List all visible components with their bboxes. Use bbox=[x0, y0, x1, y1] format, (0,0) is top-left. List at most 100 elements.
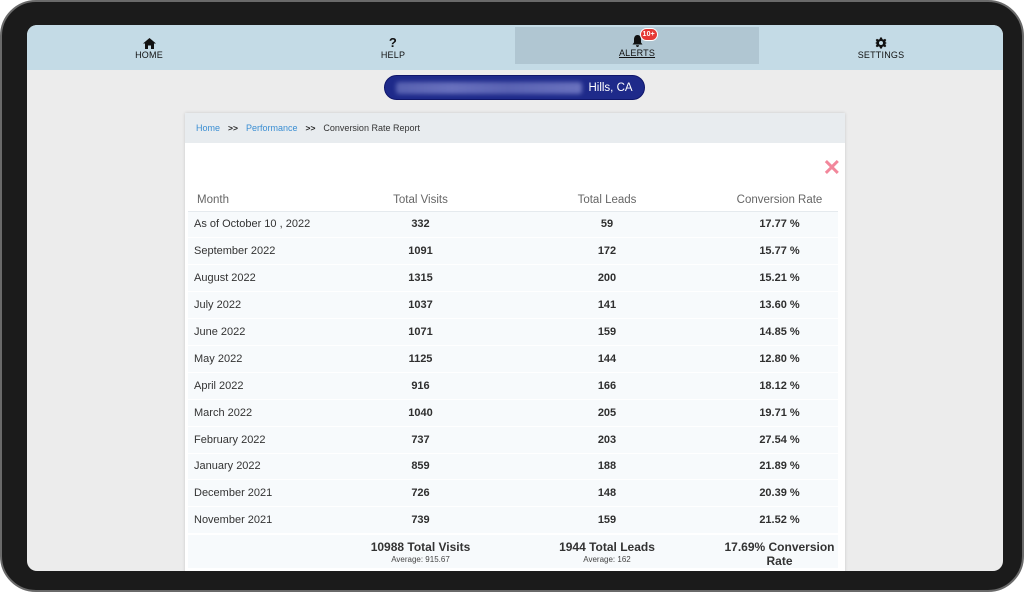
screen: HOME ? HELP 10+ ALERTS SETTINGS Hills, C… bbox=[27, 25, 1003, 571]
tablet-frame: HOME ? HELP 10+ ALERTS SETTINGS Hills, C… bbox=[0, 0, 1024, 592]
breadcrumb-performance[interactable]: Performance bbox=[246, 123, 298, 133]
rate-cell: 12.80 % bbox=[721, 344, 838, 373]
table-row: April 2022 916 166 18.12 % bbox=[188, 371, 838, 400]
header-total-leads: Total Leads bbox=[493, 189, 721, 212]
month-cell: January 2022 bbox=[188, 452, 348, 480]
totals-blank bbox=[188, 532, 348, 568]
bell-icon: 10+ bbox=[632, 28, 658, 47]
nav-alerts[interactable]: 10+ ALERTS bbox=[515, 27, 759, 64]
totals-visits-cell: 10988 Total Visits Average: 915.67 bbox=[348, 532, 493, 568]
rate-cell: 15.21 % bbox=[721, 264, 838, 292]
month-cell: March 2022 bbox=[188, 398, 348, 427]
header-conversion-rate: Conversion Rate bbox=[721, 189, 838, 212]
table-row: June 2022 1071 159 14.85 % bbox=[188, 318, 838, 346]
month-cell: February 2022 bbox=[188, 425, 348, 454]
table-row: January 2022 859 188 21.89 % bbox=[188, 452, 838, 480]
leads-cell: 200 bbox=[493, 264, 721, 292]
table-row: August 2022 1315 200 15.21 % bbox=[188, 264, 838, 292]
rate-cell: 18.12 % bbox=[721, 371, 838, 400]
table-row: May 2022 1125 144 12.80 % bbox=[188, 344, 838, 373]
rate-cell: 17.77 % bbox=[721, 210, 838, 238]
visits-cell: 726 bbox=[348, 479, 493, 507]
breadcrumb-separator: >> bbox=[228, 123, 238, 133]
visits-cell: 1071 bbox=[348, 318, 493, 346]
total-conversion-rate: 17.69% Conversion Rate bbox=[724, 539, 835, 568]
close-icon[interactable]: ✕ bbox=[823, 157, 841, 179]
breadcrumb-current: Conversion Rate Report bbox=[323, 123, 420, 133]
nav-settings[interactable]: SETTINGS bbox=[759, 25, 1003, 70]
leads-cell: 205 bbox=[493, 398, 721, 427]
totals-leads-cell: 1944 Total Leads Average: 162 bbox=[493, 532, 721, 568]
month-cell: June 2022 bbox=[188, 318, 348, 346]
nav-home[interactable]: HOME bbox=[27, 25, 271, 70]
rate-cell: 15.77 % bbox=[721, 237, 838, 265]
home-icon bbox=[142, 35, 156, 49]
visits-cell: 1091 bbox=[348, 237, 493, 265]
conversion-rate-table: Month Total Visits Total Leads Conversio… bbox=[188, 189, 838, 568]
nav-settings-label: SETTINGS bbox=[857, 50, 905, 60]
leads-cell: 166 bbox=[493, 371, 721, 400]
average-leads: Average: 162 bbox=[583, 554, 631, 564]
table-row: As of October 10 , 2022 332 59 17.77 % bbox=[188, 210, 838, 238]
rate-cell: 14.85 % bbox=[721, 318, 838, 346]
table-row: February 2022 737 203 27.54 % bbox=[188, 425, 838, 454]
rate-cell: 27.54 % bbox=[721, 425, 838, 454]
location-selector[interactable]: Hills, CA bbox=[384, 75, 645, 100]
rate-cell: 19.71 % bbox=[721, 398, 838, 427]
rate-cell: 21.89 % bbox=[721, 452, 838, 480]
total-leads: 1944 Total Leads bbox=[559, 539, 655, 554]
month-cell: September 2022 bbox=[188, 237, 348, 265]
report-card: Home >> Performance >> Conversion Rate R… bbox=[185, 113, 845, 571]
visits-cell: 1037 bbox=[348, 291, 493, 319]
rate-cell: 21.52 % bbox=[721, 506, 838, 534]
redacted-business-name bbox=[396, 81, 583, 94]
leads-cell: 172 bbox=[493, 237, 721, 265]
breadcrumb: Home >> Performance >> Conversion Rate R… bbox=[185, 113, 845, 143]
visits-cell: 1125 bbox=[348, 344, 493, 373]
visits-cell: 859 bbox=[348, 452, 493, 480]
nav-help-label: HELP bbox=[380, 50, 406, 60]
header-month: Month bbox=[188, 189, 348, 212]
nav-help[interactable]: ? HELP bbox=[271, 25, 515, 70]
table-row: July 2022 1037 141 13.60 % bbox=[188, 291, 838, 319]
leads-cell: 203 bbox=[493, 425, 721, 454]
totals-row: 10988 Total Visits Average: 915.67 1944 … bbox=[188, 532, 838, 568]
rate-cell: 20.39 % bbox=[721, 479, 838, 507]
nav-home-label: HOME bbox=[135, 50, 163, 60]
visits-cell: 1315 bbox=[348, 264, 493, 292]
visits-cell: 916 bbox=[348, 371, 493, 400]
top-navigation: HOME ? HELP 10+ ALERTS SETTINGS bbox=[27, 25, 1003, 70]
location-city: Hills, CA bbox=[588, 81, 633, 94]
table-row: December 2021 726 148 20.39 % bbox=[188, 479, 838, 507]
alerts-count-badge: 10+ bbox=[639, 28, 658, 41]
visits-cell: 739 bbox=[348, 506, 493, 534]
leads-cell: 188 bbox=[493, 452, 721, 480]
header-total-visits: Total Visits bbox=[348, 189, 493, 212]
leads-cell: 141 bbox=[493, 291, 721, 319]
month-cell: As of October 10 , 2022 bbox=[188, 210, 348, 238]
visits-cell: 737 bbox=[348, 425, 493, 454]
leads-cell: 148 bbox=[493, 479, 721, 507]
month-cell: December 2021 bbox=[188, 479, 348, 507]
month-cell: August 2022 bbox=[188, 264, 348, 292]
visits-cell: 1040 bbox=[348, 398, 493, 427]
leads-cell: 159 bbox=[493, 318, 721, 346]
table-header-row: Month Total Visits Total Leads Conversio… bbox=[188, 189, 838, 212]
leads-cell: 144 bbox=[493, 344, 721, 373]
nav-alerts-label: ALERTS bbox=[618, 48, 656, 58]
leads-cell: 59 bbox=[493, 210, 721, 238]
rate-cell: 13.60 % bbox=[721, 291, 838, 319]
table-row: September 2022 1091 172 15.77 % bbox=[188, 237, 838, 265]
month-cell: April 2022 bbox=[188, 371, 348, 400]
month-cell: July 2022 bbox=[188, 291, 348, 319]
totals-rate-cell: 17.69% Conversion Rate bbox=[721, 532, 838, 568]
month-cell: November 2021 bbox=[188, 506, 348, 534]
table-row: March 2022 1040 205 19.71 % bbox=[188, 398, 838, 427]
average-visits: Average: 915.67 bbox=[391, 554, 450, 564]
breadcrumb-home[interactable]: Home bbox=[196, 123, 220, 133]
leads-cell: 159 bbox=[493, 506, 721, 534]
month-cell: May 2022 bbox=[188, 344, 348, 373]
table-row: November 2021 739 159 21.52 % bbox=[188, 506, 838, 534]
total-visits: 10988 Total Visits bbox=[370, 539, 471, 554]
help-icon: ? bbox=[388, 35, 398, 50]
